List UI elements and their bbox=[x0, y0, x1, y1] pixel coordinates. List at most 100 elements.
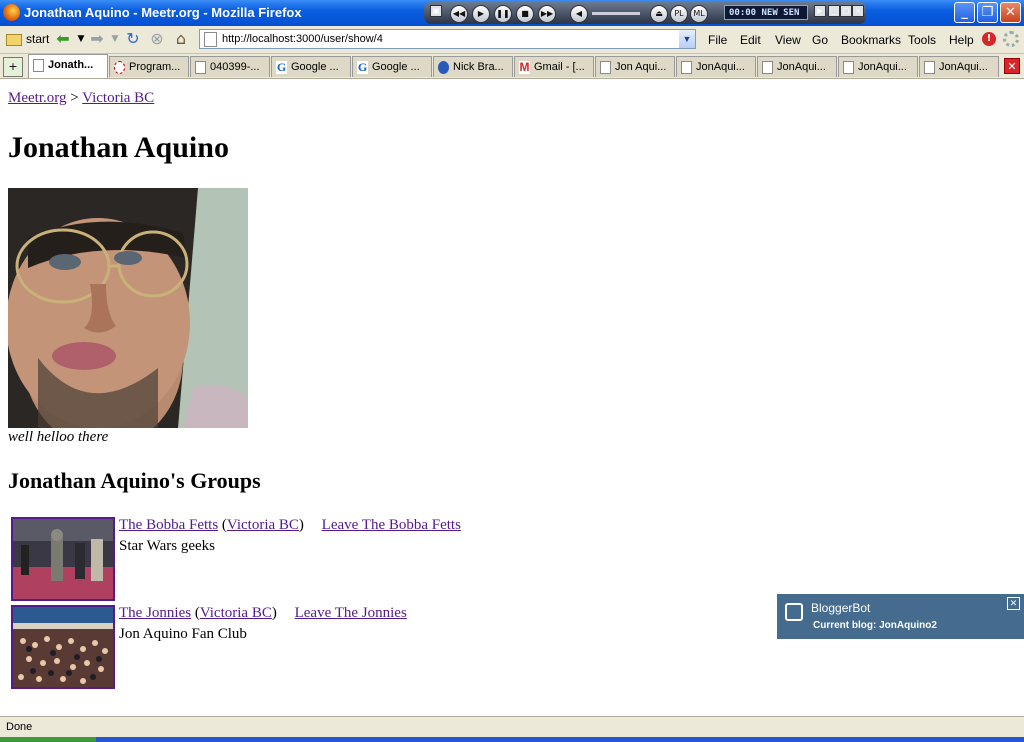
globe-icon bbox=[438, 61, 449, 74]
page-icon bbox=[600, 61, 611, 74]
tab-label: Google ... bbox=[291, 61, 339, 73]
page-icon bbox=[762, 61, 773, 74]
menu-file[interactable]: File bbox=[708, 33, 727, 47]
tab-jonaqui-1[interactable]: JonAqui... bbox=[676, 56, 756, 77]
tab-label: JonAqui... bbox=[939, 61, 988, 73]
group-location-link[interactable]: Victoria BC bbox=[200, 605, 272, 621]
close-icon[interactable]: ✕ bbox=[1007, 597, 1020, 610]
media-forward-button[interactable]: ▶▶ bbox=[538, 5, 556, 23]
media-close-button[interactable]: × bbox=[852, 5, 864, 17]
page-icon bbox=[924, 61, 935, 74]
bloggerbot-title: BloggerBot bbox=[811, 601, 871, 615]
media-play-button[interactable]: ▶ bbox=[472, 5, 490, 23]
menu-bookmarks[interactable]: Bookmarks bbox=[841, 33, 901, 47]
media-player-bar: ▣ ◀◀ ▶ ❚❚ ■ ▶▶ ◀ ⏏ PL ML 00:00 NEW SEN ▶… bbox=[424, 2, 866, 24]
firefox-logo-icon bbox=[3, 4, 20, 21]
group-description: Star Wars geeks bbox=[119, 538, 215, 554]
start-bookmark[interactable]: start bbox=[26, 32, 49, 46]
breadcrumb-city-link[interactable]: Victoria BC bbox=[82, 90, 154, 106]
tab-jonaqui-3[interactable]: JonAqui... bbox=[838, 56, 918, 77]
page-icon bbox=[843, 61, 854, 74]
tab-label: Gmail - [... bbox=[534, 61, 585, 73]
navigation-toolbar: start ⬅ ▼ ➡ ▼ ↻ ⊗ ⌂ http://localhost:300… bbox=[0, 26, 1024, 54]
group-link[interactable]: The Bobba Fetts bbox=[119, 517, 218, 533]
menu-tools[interactable]: Tools bbox=[908, 33, 936, 47]
page-icon bbox=[195, 61, 206, 74]
tab-jonaqui-4[interactable]: JonAqui... bbox=[919, 56, 999, 77]
bloggerbot-subtitle: Current blog: JonAquino2 bbox=[813, 620, 937, 631]
breadcrumb: Meetr.org > Victoria BC bbox=[8, 90, 154, 107]
folder-icon bbox=[6, 34, 22, 46]
start-button[interactable] bbox=[0, 737, 96, 742]
leave-group-link[interactable]: Leave The Bobba Fetts bbox=[322, 517, 461, 533]
tab-nick-bra[interactable]: Nick Bra... bbox=[433, 56, 513, 77]
menu-go[interactable]: Go bbox=[812, 33, 828, 47]
tab-label: JonAqui... bbox=[858, 61, 907, 73]
media-display: 00:00 NEW SEN bbox=[724, 5, 808, 20]
loading-icon bbox=[114, 61, 125, 74]
status-text: Done bbox=[6, 721, 33, 733]
maximize-button[interactable]: ❐ bbox=[977, 2, 998, 23]
close-tab-icon[interactable]: ✕ bbox=[1004, 58, 1020, 74]
tab-jonathan[interactable]: Jonath... bbox=[28, 54, 108, 78]
new-tab-icon[interactable]: + bbox=[3, 57, 23, 77]
leave-group-link[interactable]: Leave The Jonnies bbox=[295, 605, 407, 621]
media-stop-button[interactable]: ■ bbox=[516, 5, 534, 23]
tab-label: Google ... bbox=[372, 61, 420, 73]
menu-help[interactable]: Help bbox=[949, 33, 974, 47]
google-icon: G bbox=[357, 60, 368, 74]
tab-label: 040399-... bbox=[210, 61, 260, 73]
tab-google-2[interactable]: G Google ... bbox=[352, 56, 432, 77]
menu-view[interactable]: View bbox=[775, 33, 801, 47]
throbber-icon bbox=[1003, 31, 1019, 47]
tab-label: Jon Aqui... bbox=[615, 61, 667, 73]
media-rewind-button[interactable]: ◀◀ bbox=[450, 5, 468, 23]
group-location-link[interactable]: Victoria BC bbox=[227, 517, 299, 533]
tab-label: JonAqui... bbox=[696, 61, 745, 73]
profile-photo bbox=[8, 188, 248, 428]
forward-history-dropdown-icon[interactable]: ▼ bbox=[106, 30, 124, 48]
media-pause-button[interactable]: ❚❚ bbox=[494, 5, 512, 23]
media-volume-slider[interactable] bbox=[592, 12, 640, 15]
group-row: The Jonnies (Victoria BC) Leave The Jonn… bbox=[11, 605, 611, 691]
media-restore-button[interactable]: □ bbox=[840, 5, 852, 17]
back-arrow-icon[interactable]: ⬅ bbox=[54, 30, 72, 48]
page-icon bbox=[204, 32, 217, 47]
adblock-icon[interactable]: ! bbox=[982, 32, 996, 46]
tab-label: Program... bbox=[129, 61, 181, 73]
close-button[interactable]: ✕ bbox=[1000, 2, 1021, 23]
window-title-bar: Jonathan Aquino - Meetr.org - Mozilla Fi… bbox=[0, 0, 1024, 26]
reload-icon[interactable]: ↻ bbox=[124, 30, 142, 48]
forward-arrow-icon[interactable]: ➡ bbox=[88, 30, 106, 48]
tab-040399[interactable]: 040399-... bbox=[190, 56, 270, 77]
bloggerbot-notification[interactable]: BloggerBot Current blog: JonAquino2 ✕ bbox=[777, 594, 1024, 639]
tab-google-1[interactable]: G Google ... bbox=[271, 56, 351, 77]
menu-edit[interactable]: Edit bbox=[740, 33, 761, 47]
media-library-button[interactable]: ML bbox=[690, 5, 708, 23]
media-volume-icon[interactable]: ◀ bbox=[570, 5, 588, 23]
group-thumbnail[interactable] bbox=[11, 517, 115, 601]
tab-jonaqui-2[interactable]: JonAqui... bbox=[757, 56, 837, 77]
media-scroll-icon[interactable]: ▶ bbox=[814, 5, 826, 17]
stop-icon[interactable]: ⊗ bbox=[148, 30, 166, 48]
media-playlist-button[interactable]: PL bbox=[670, 5, 688, 23]
media-minimize-button[interactable]: _ bbox=[828, 5, 840, 17]
tab-program[interactable]: Program... bbox=[109, 56, 189, 77]
media-menu-icon[interactable]: ▣ bbox=[430, 5, 442, 17]
home-icon[interactable]: ⌂ bbox=[172, 30, 190, 48]
minimize-button[interactable]: _ bbox=[954, 2, 975, 23]
tab-label: Nick Bra... bbox=[453, 61, 504, 73]
photo-caption: well helloo there bbox=[8, 429, 109, 445]
taskbar bbox=[0, 737, 1024, 742]
media-eject-button[interactable]: ⏏ bbox=[650, 5, 668, 23]
url-dropdown-icon[interactable]: ▼ bbox=[679, 30, 695, 48]
group-link[interactable]: The Jonnies bbox=[119, 605, 191, 621]
tab-jon-aqui[interactable]: Jon Aqui... bbox=[595, 56, 675, 77]
tab-gmail[interactable]: M Gmail - [... bbox=[514, 56, 594, 77]
url-bar[interactable]: http://localhost:3000/user/show/4 ▼ bbox=[199, 29, 696, 49]
tab-label: JonAqui... bbox=[777, 61, 826, 73]
gmail-icon: M bbox=[519, 60, 530, 74]
page-icon bbox=[681, 61, 692, 74]
breadcrumb-home-link[interactable]: Meetr.org bbox=[8, 90, 66, 106]
group-thumbnail[interactable] bbox=[11, 605, 115, 689]
